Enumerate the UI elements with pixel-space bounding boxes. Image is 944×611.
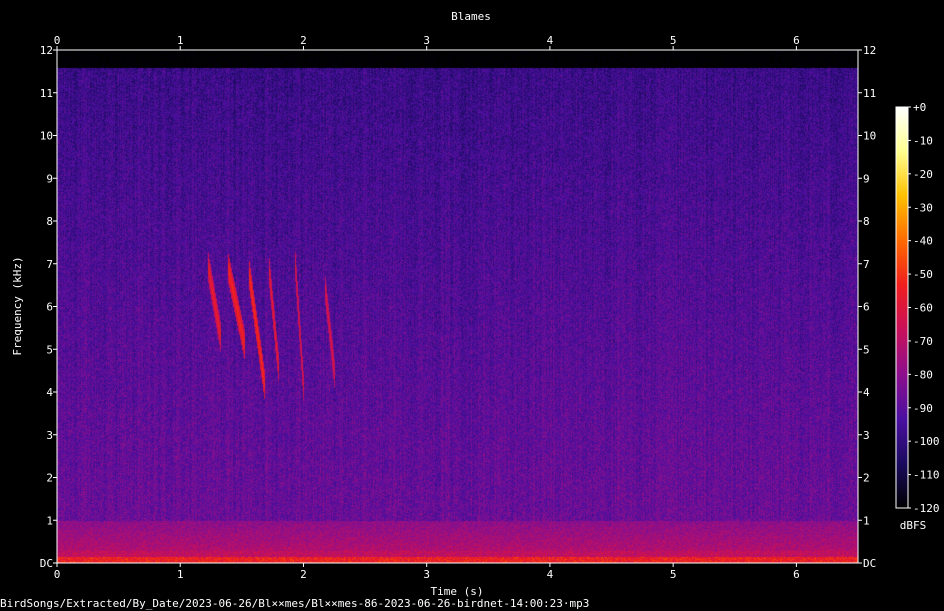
colorbar: +0 -10 -20 -30 -40 -50 -60 -70 -80 -90 -100 -110 -12…: [895, 101, 940, 532]
colorbar-tick-label: -110: [913, 469, 940, 482]
y-tick-label-left: 6: [46, 301, 53, 314]
spectrogram-image: [57, 50, 858, 563]
y-tick-label-right: 8: [863, 215, 870, 228]
colorbar-tick-label: -20: [913, 168, 933, 181]
colorbar-tick-label: -60: [913, 302, 933, 315]
y-tick-label-right: 9: [863, 172, 870, 185]
x-tick-label-bottom: 4: [547, 568, 554, 581]
colorbar-scale: [895, 106, 909, 509]
x-tick-label-top: 1: [177, 34, 184, 47]
y-tick-label-right: 4: [863, 386, 870, 399]
y-tick-label-left: 10: [40, 130, 53, 143]
y-axis-left: DC123456789101112: [40, 44, 57, 570]
x-tick-label-bottom: 3: [423, 568, 430, 581]
colorbar-ticks: +0 -10 -20 -30 -40 -50 -60 -70 -80 -90 -100 -110 -12…: [908, 101, 940, 515]
x-tick-label-top: 0: [54, 34, 61, 47]
y-tick-label-left: 8: [46, 215, 53, 228]
y-tick-label-left: 12: [40, 44, 53, 57]
y-axis-label: Frequency (kHz): [11, 256, 24, 355]
colorbar-tick-label: -40: [913, 235, 933, 248]
y-tick-label-left: DC: [40, 557, 53, 570]
y-tick-label-left: 4: [46, 386, 53, 399]
file-path: BirdSongs/Extracted/By_Date/2023-06-26/B…: [0, 597, 590, 610]
y-tick-label-right: DC: [863, 557, 876, 570]
colorbar-tick-label: -70: [913, 335, 933, 348]
y-tick-label-right: 1: [863, 514, 870, 527]
x-axis-label: Time (s): [431, 585, 484, 597]
chart-title: Blames: [451, 10, 491, 23]
y-tick-label-right: 2: [863, 472, 870, 485]
y-tick-label-left: 5: [46, 343, 53, 356]
x-tick-label-top: 5: [670, 34, 677, 47]
y-tick-label-left: 2: [46, 472, 53, 485]
colorbar-tick-label: -120: [913, 502, 940, 515]
colorbar-label: dBFS: [900, 519, 927, 532]
y-tick-label-left: 9: [46, 172, 53, 185]
x-tick-label-bottom: 5: [670, 568, 677, 581]
x-tick-label-top: 4: [547, 34, 554, 47]
plot-area: [56, 49, 859, 564]
y-tick-label-right: 6: [863, 301, 870, 314]
x-axis-top: 0 1 2 3 4 5 6: [54, 34, 800, 50]
colorbar-tick-label: -80: [913, 368, 933, 381]
spectrogram-chart: Blames 0123456 0123456 DC123456789101112…: [11, 10, 940, 597]
y-tick-label-left: 1: [46, 514, 53, 527]
y-tick-label-right: 10: [863, 130, 876, 143]
x-tick-label-top: 2: [300, 34, 307, 47]
x-tick-label-bottom: 1: [177, 568, 184, 581]
x-tick-label-bottom: 6: [793, 568, 800, 581]
y-tick-label-right: 7: [863, 258, 870, 271]
colorbar-tick-label: -90: [913, 402, 933, 415]
colorbar-tick-label: -30: [913, 201, 933, 214]
x-tick-label-top: 6: [793, 34, 800, 47]
x-tick-label-top: 3: [423, 34, 430, 47]
x-tick-label-bottom: 0: [54, 568, 61, 581]
colorbar-tick-label: -10: [913, 134, 933, 147]
y-tick-label-left: 7: [46, 258, 53, 271]
colorbar-tick-label: -50: [913, 268, 933, 281]
y-tick-label-right: 3: [863, 429, 870, 442]
y-tick-label-right: 5: [863, 343, 870, 356]
y-tick-label-left: 3: [46, 429, 53, 442]
y-tick-label-right: 11: [863, 87, 876, 100]
y-tick-label-right: 12: [863, 44, 876, 57]
x-axis-bottom: 0 1 2 3 4 5 6: [54, 563, 800, 581]
y-axis-right: DC123456789101112: [858, 44, 876, 570]
colorbar-tick-label: +0: [913, 101, 926, 114]
colorbar-tick-label: -100: [913, 435, 940, 448]
y-tick-label-left: 11: [40, 87, 53, 100]
x-tick-label-bottom: 2: [300, 568, 307, 581]
